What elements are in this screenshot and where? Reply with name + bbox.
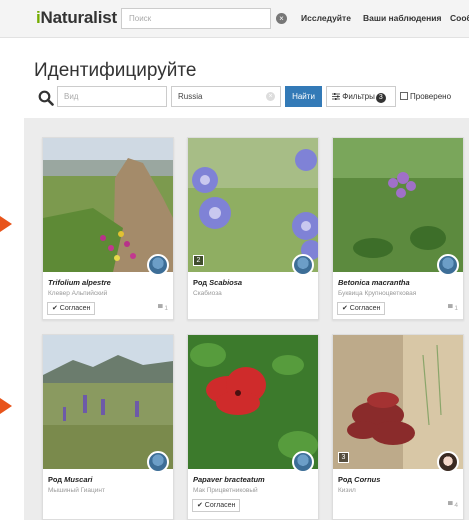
filters-button[interactable]: Фильтры 3	[326, 86, 396, 107]
user-avatar[interactable]	[147, 451, 169, 473]
place-field[interactable]	[171, 86, 281, 107]
agree-button[interactable]: ✔ Согласен	[192, 499, 241, 512]
user-avatar[interactable]	[292, 451, 314, 473]
checkbox-box[interactable]	[400, 92, 408, 100]
nav-community-link[interactable]: Сооб	[450, 13, 469, 23]
search-icon	[38, 90, 54, 106]
site-search-input[interactable]	[121, 8, 271, 29]
photo-count-badge: 2	[193, 255, 204, 266]
taxon-name[interactable]: Род Cornus	[338, 475, 380, 484]
clear-place-icon[interactable]: ×	[266, 92, 275, 101]
comments-count: ▀ 4	[447, 502, 458, 509]
taxon-name[interactable]: Betonica macrantha	[338, 278, 410, 287]
observation-photo[interactable]	[333, 138, 463, 272]
top-navigation-bar: iNaturalist × Исследуйте Ваши наблюдения…	[0, 0, 469, 38]
agree-button[interactable]: ✔ Согласен	[337, 302, 386, 315]
common-name: Кизил	[338, 487, 356, 494]
user-avatar[interactable]	[437, 254, 459, 276]
observation-card[interactable]: Papaver bracteatum Мак Прицветниковый ✔ …	[187, 334, 319, 520]
page-title: Идентифицируйте	[34, 60, 197, 81]
observation-photo[interactable]	[188, 335, 318, 469]
nav-explore-link[interactable]: Исследуйте	[301, 13, 351, 23]
annotation-arrow-icon	[0, 216, 12, 232]
reviewed-label: Проверено	[410, 92, 452, 101]
user-avatar[interactable]	[292, 254, 314, 276]
common-name: Буквица Крупноцветковая	[338, 290, 417, 297]
observation-card[interactable]: Betonica macrantha Буквица Крупноцветков…	[332, 137, 464, 320]
observation-card[interactable]: 2 Род Scabiosa Скабиоза	[187, 137, 319, 320]
observation-card[interactable]: Род Muscari Мышиный Гиацинт	[42, 334, 174, 520]
observation-card[interactable]: Trifolium alpestre Клевер Альпийский ✔ С…	[42, 137, 174, 320]
common-name: Мышиный Гиацинт	[48, 487, 105, 494]
taxon-name[interactable]: Trifolium alpestre	[48, 278, 111, 287]
comments-count: ▀ 1	[447, 305, 458, 312]
reviewed-checkbox[interactable]: Проверено	[400, 92, 451, 101]
agree-button[interactable]: ✔ Согласен	[47, 302, 96, 315]
comments-count: ▀ 1	[157, 305, 168, 312]
observation-photo[interactable]	[43, 138, 173, 272]
filters-count-badge: 3	[375, 93, 386, 103]
observation-photo[interactable]	[43, 335, 173, 469]
user-avatar[interactable]	[147, 254, 169, 276]
annotation-arrow-icon	[0, 398, 12, 414]
taxon-name[interactable]: Род Scabiosa	[193, 278, 242, 287]
inaturalist-logo[interactable]: iNaturalist	[36, 8, 117, 28]
filters-label: Фильтры	[342, 92, 375, 101]
common-name: Скабиоза	[193, 290, 222, 297]
species-field[interactable]	[57, 86, 167, 107]
clear-search-icon[interactable]: ×	[276, 13, 287, 24]
observation-photo[interactable]	[333, 335, 463, 469]
common-name: Мак Прицветниковый	[193, 487, 258, 494]
taxon-name[interactable]: Papaver bracteatum	[193, 475, 265, 484]
sliders-icon	[332, 93, 340, 100]
photo-count-badge: 3	[338, 452, 349, 463]
taxon-name[interactable]: Род Muscari	[48, 475, 93, 484]
nav-your-observations-link[interactable]: Ваши наблюдения	[363, 13, 441, 23]
find-button[interactable]: Найти	[285, 86, 322, 107]
observation-photo[interactable]	[188, 138, 318, 272]
observation-card[interactable]: 3 Род Cornus Кизил ▀ 4	[332, 334, 464, 520]
user-avatar[interactable]	[437, 451, 459, 473]
common-name: Клевер Альпийский	[48, 290, 108, 297]
